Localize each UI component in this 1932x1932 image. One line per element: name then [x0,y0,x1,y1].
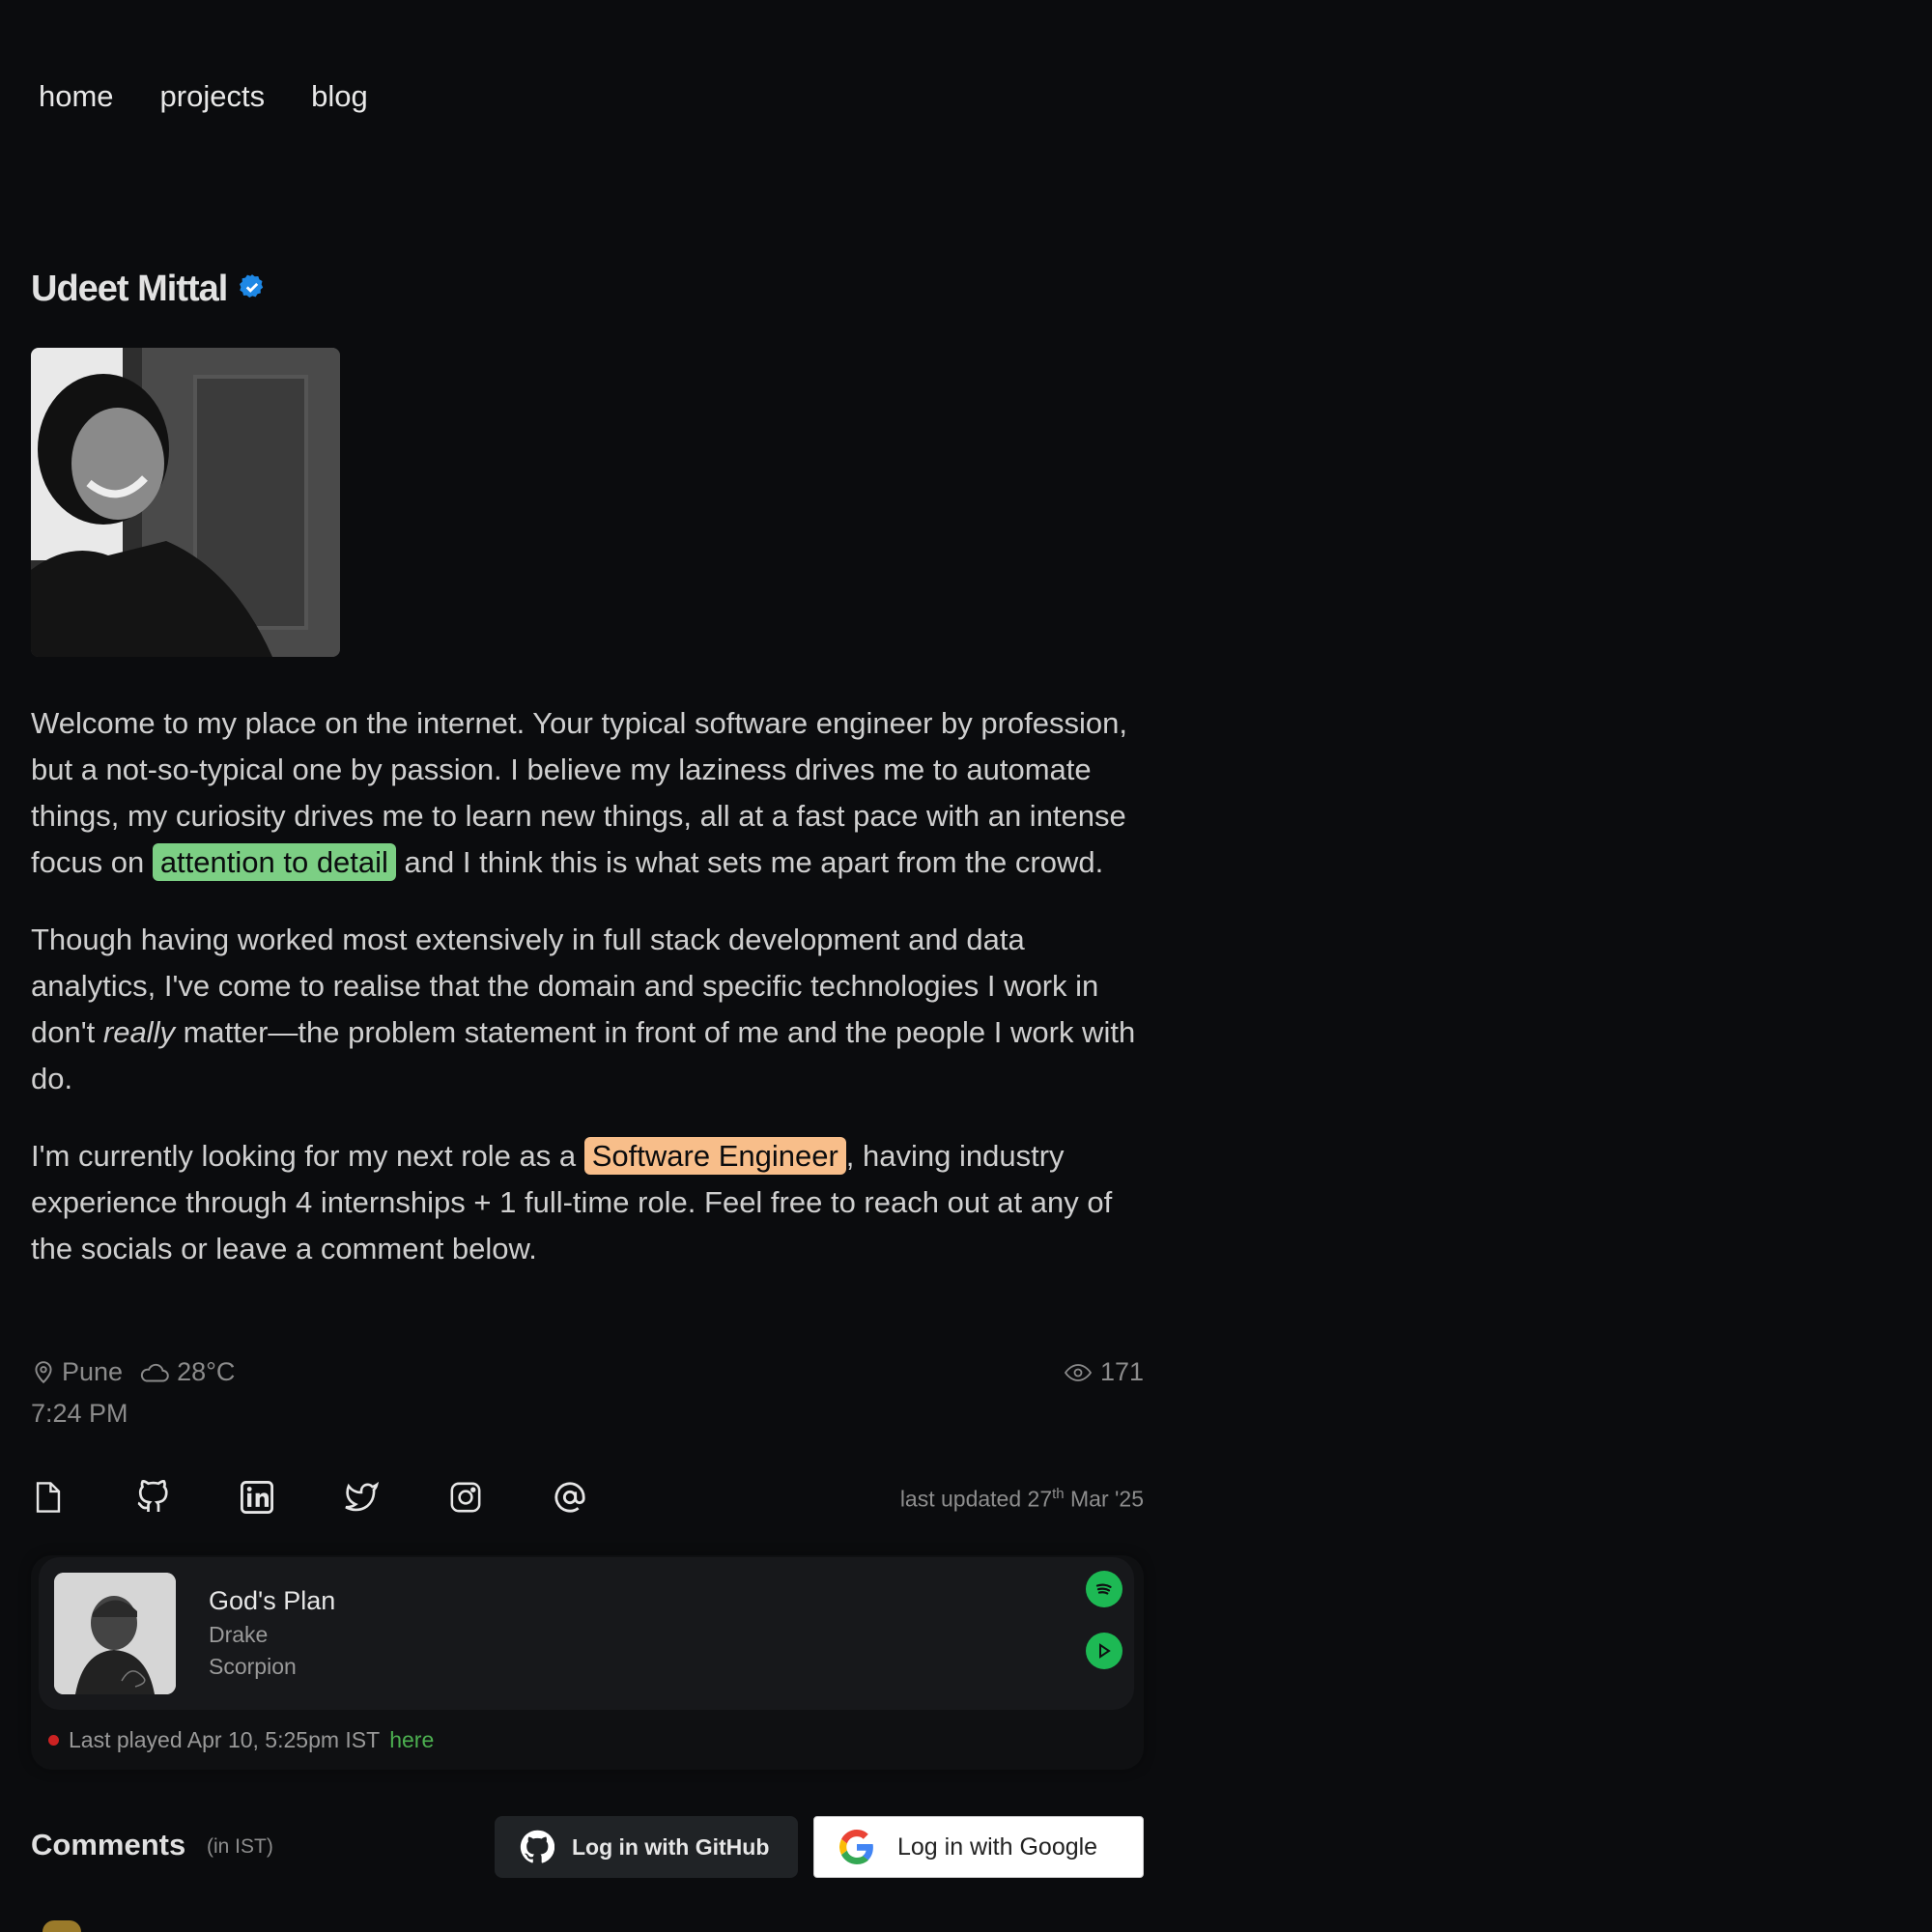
comments-title: Comments [31,1828,186,1861]
eye-icon [1064,1363,1092,1381]
avatar [31,348,340,657]
google-login-button[interactable]: Log in with Google [813,1816,1144,1878]
last-updated: last updated 27th Mar '25 [900,1486,1144,1513]
cloud-icon [140,1363,169,1381]
map-pin-icon [35,1360,52,1383]
view-count: 171 [1064,1357,1144,1387]
about-section: Welcome to my place on the internet. You… [31,700,1151,1303]
page-title: Udeet Mittal [31,269,228,309]
about-text: and I think this is what sets me apart f… [395,845,1104,879]
weather: 28°C [138,1357,235,1387]
last-played-text: Last played Apr 10, 5:25pm IST [69,1727,381,1752]
nav-home[interactable]: home [39,79,114,114]
view-count-label: 171 [1099,1357,1144,1386]
last-updated-text: last updated 27 [899,1486,1053,1512]
location-label: Pune [62,1357,124,1386]
about-paragraph-1: Welcome to my place on the internet. You… [31,700,1151,886]
album-art [54,1573,176,1694]
comments-timezone: (in IST) [207,1835,273,1858]
github-login-label: Log in with GitHub [572,1833,770,1860]
play-icon [1099,1643,1111,1659]
local-time: 7:24 PM [31,1399,128,1428]
verified-badge-icon [239,273,266,305]
meta-info: Pune 28°C 171 7:24 PM [31,1357,1144,1429]
google-icon [839,1830,873,1864]
nav-blog[interactable]: blog [311,79,368,114]
comments-header: Comments (in IST) Log in with GitHub Log… [31,1816,1144,1878]
now-playing-card: God's Plan Drake Scorpion Last played Ap… [31,1555,1144,1770]
highlight-attention-to-detail: attention to detail [152,843,396,881]
song-title[interactable]: God's Plan [209,1586,335,1616]
linkedin-icon[interactable] [240,1480,274,1515]
comment-avatar [43,1920,81,1932]
track-info: God's Plan Drake Scorpion [209,1586,335,1680]
github-icon[interactable] [135,1480,170,1515]
twitter-icon[interactable] [344,1480,379,1515]
social-links: last updated 27th Mar '25 [31,1480,1144,1515]
status-dot [48,1735,59,1746]
last-played-link[interactable]: here [389,1727,434,1753]
about-emphasis: really [102,1015,175,1049]
artist-name[interactable]: Drake [209,1622,335,1648]
email-at-icon[interactable] [553,1480,587,1515]
last-played: Last played Apr 10, 5:25pm IST here [48,1727,434,1753]
instagram-icon[interactable] [448,1480,483,1515]
about-paragraph-3: I'm currently looking for my next role a… [31,1133,1151,1272]
about-paragraph-2: Though having worked most extensively in… [31,917,1151,1102]
google-login-label: Log in with Google [897,1833,1098,1861]
page-title-row: Udeet Mittal [31,269,266,310]
last-updated-suffix: th [1052,1486,1065,1502]
github-login-button[interactable]: Log in with GitHub [495,1816,798,1878]
now-playing-track[interactable]: God's Plan Drake Scorpion [39,1557,1134,1710]
temperature-label: 28°C [177,1357,236,1386]
resume-icon[interactable] [31,1480,66,1515]
spotify-icon[interactable] [1086,1571,1122,1607]
about-text: I'm currently looking for my next role a… [31,1139,584,1173]
top-nav: home projects blog [39,79,368,114]
nav-projects[interactable]: projects [160,79,266,114]
album-name[interactable]: Scorpion [209,1654,335,1680]
last-updated-date: Mar '25 [1064,1486,1144,1512]
highlight-software-engineer: Software Engineer [583,1137,846,1175]
about-text: matter—the problem statement in front of… [31,1015,1136,1095]
github-icon [520,1830,554,1863]
location: Pune [31,1357,123,1387]
play-button[interactable] [1086,1633,1122,1669]
